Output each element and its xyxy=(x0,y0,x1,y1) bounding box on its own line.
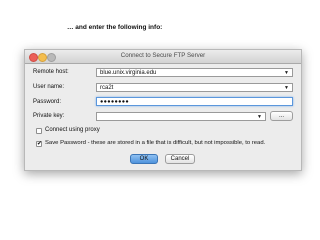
chevron-down-icon[interactable]: ▼ xyxy=(284,69,289,78)
password-label: Password: xyxy=(33,99,62,105)
user-name-label: User name: xyxy=(33,84,65,90)
user-name-combobox[interactable]: rca2t ▼ xyxy=(96,83,293,92)
private-key-combobox[interactable]: ▼ xyxy=(96,112,266,121)
checkmark-icon: ✔ xyxy=(37,141,43,147)
remote-host-label: Remote host: xyxy=(33,69,69,75)
cancel-button[interactable]: Cancel xyxy=(165,154,195,164)
use-proxy-label: Connect using proxy xyxy=(45,127,100,133)
sftp-connect-dialog: Connect to Secure FTP Server Remote host… xyxy=(24,49,302,171)
chevron-down-icon[interactable]: ▼ xyxy=(284,84,289,93)
ok-button[interactable]: OK xyxy=(130,154,158,164)
private-key-label: Private key: xyxy=(33,113,65,119)
password-field[interactable]: ●●●●●●●● xyxy=(96,97,293,106)
save-password-checkbox[interactable]: ✔ xyxy=(36,141,42,147)
user-name-value: rca2t xyxy=(100,85,114,91)
dialog-titlebar: Connect to Secure FTP Server xyxy=(25,50,301,64)
remote-host-value: blue.unix.virginia.edu xyxy=(100,70,157,76)
dialog-title: Connect to Secure FTP Server xyxy=(120,52,206,59)
instruction-caption: … and enter the following info: xyxy=(67,24,163,31)
remote-host-combobox[interactable]: blue.unix.virginia.edu ▼ xyxy=(96,68,293,77)
password-value: ●●●●●●●● xyxy=(100,99,129,105)
chevron-down-icon[interactable]: ▼ xyxy=(257,113,262,122)
browse-private-key-button[interactable]: ... xyxy=(270,111,293,121)
save-password-label: Save Password - these are stored in a fi… xyxy=(45,140,266,146)
use-proxy-checkbox[interactable] xyxy=(36,128,42,134)
